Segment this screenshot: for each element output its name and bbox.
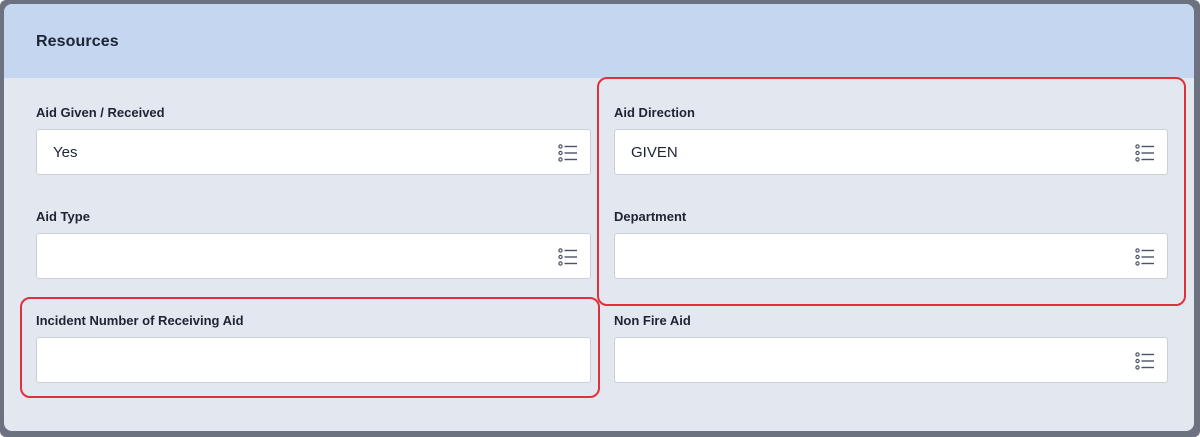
- section-title: Resources: [36, 33, 119, 50]
- non-fire-aid-label: Non Fire Aid: [614, 313, 691, 328]
- aid-given-received-label: Aid Given / Received: [36, 105, 165, 120]
- list-icon[interactable]: [558, 248, 578, 266]
- highlight-box-right: [597, 77, 1186, 306]
- aid-type-label: Aid Type: [36, 209, 90, 224]
- non-fire-aid-select[interactable]: [614, 337, 1168, 383]
- aid-given-received-value: Yes: [53, 144, 78, 161]
- list-icon[interactable]: [1135, 352, 1155, 370]
- card-header: Resources: [4, 4, 1194, 78]
- highlight-box-left: [20, 297, 600, 398]
- aid-given-received-select[interactable]: Yes: [36, 129, 591, 175]
- window-frame: Resources Aid Given / Received Yes Aid T…: [0, 0, 1200, 437]
- list-icon[interactable]: [558, 144, 578, 162]
- aid-type-select[interactable]: [36, 233, 591, 279]
